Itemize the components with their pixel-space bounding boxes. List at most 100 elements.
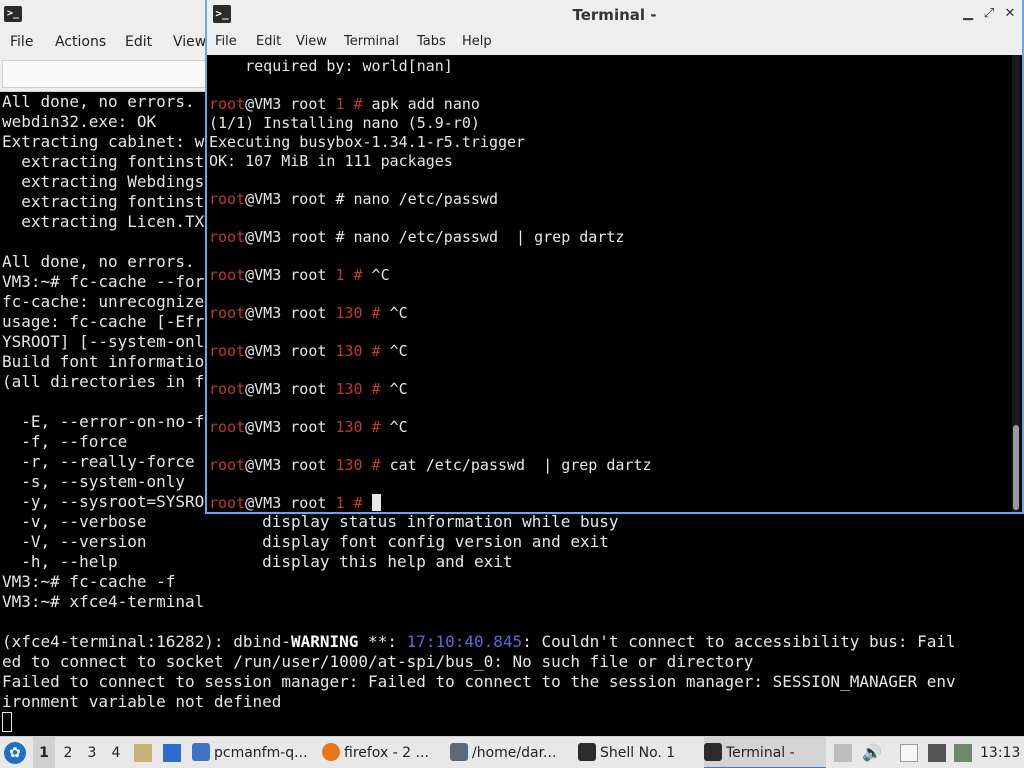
task-shell-no-1[interactable]: Shell No. 1: [578, 737, 698, 768]
prompt-host: @VM3 root: [245, 380, 336, 398]
trash-icon[interactable]: [834, 744, 852, 762]
terminal-line: required by: world[nan]: [209, 57, 453, 75]
clock: 13:13: [980, 745, 1021, 761]
prompt-user: root: [209, 190, 246, 208]
prompt-user: root: [209, 342, 246, 360]
prompt-hash: #: [371, 456, 381, 474]
menu-tabs[interactable]: Tabs: [417, 34, 446, 49]
workspace-2[interactable]: 2: [57, 737, 79, 768]
command-text: ^C: [380, 304, 408, 322]
terminal-icon: [578, 743, 596, 761]
editor-icon: [450, 743, 468, 761]
prompt-line: root@VM3 root 130 # cat /etc/passwd | gr…: [209, 456, 652, 475]
clipboard-icon[interactable]: [900, 744, 918, 762]
volume-icon[interactable]: 🔊: [862, 744, 882, 762]
prompt-line: root@VM3 root 130 # ^C: [209, 418, 652, 437]
prompt-host: @VM3 root: [245, 456, 336, 474]
menu-view[interactable]: View: [173, 34, 206, 50]
close-icon[interactable]: ✕: [1001, 4, 1019, 24]
command-text: nano /etc/passwd | grep dartz: [344, 228, 625, 246]
warning-line: (xfce4-terminal:16282): dbind-WARNING **…: [2, 632, 1022, 652]
exit-code: 130: [335, 380, 363, 398]
terminal-cursor: [2, 712, 12, 732]
workspace-4[interactable]: 4: [105, 737, 127, 768]
exit-code: 130: [335, 418, 363, 436]
menu-actions[interactable]: Actions: [55, 34, 106, 50]
terminal-line: -v, --verbose display status information…: [2, 512, 619, 531]
desktop-launcher-icon[interactable]: [163, 744, 181, 762]
prompt-user: root: [209, 494, 246, 512]
terminal-line: (1/1) Installing nano (5.9-r0): [209, 114, 480, 132]
task-home-dar[interactable]: /home/dar...: [450, 737, 570, 768]
prompt-line: root@VM3 root 1 #: [209, 494, 652, 512]
menu-view[interactable]: View: [296, 34, 327, 49]
warning-mid: **:: [358, 632, 407, 651]
terminal-line: -h, --help display this help and exit: [2, 552, 513, 571]
terminal-menubar: File Edit View Terminal Tabs Help: [207, 30, 1022, 55]
prompt-user: root: [209, 95, 246, 113]
menu-help[interactable]: Help: [462, 34, 492, 49]
menu-terminal[interactable]: Terminal: [344, 34, 399, 49]
warning-prefix: (xfce4-terminal:16282): dbind-: [2, 632, 291, 651]
prompt-hash: #: [353, 494, 363, 512]
window-title: Terminal -: [572, 6, 657, 24]
prompt-host: @VM3 root: [245, 342, 336, 360]
maximize-icon[interactable]: ⤢: [980, 4, 998, 24]
menu-edit[interactable]: Edit: [125, 34, 152, 50]
update-icon[interactable]: [954, 744, 972, 762]
file-manager-launcher-icon[interactable]: [134, 744, 152, 762]
prompt-host: @VM3 root: [245, 228, 336, 246]
prompt-host: @VM3 root: [245, 304, 336, 322]
terminal-output: required by: world[nan] root@VM3 root 1 …: [209, 57, 652, 512]
command-text: apk add nano: [362, 95, 480, 113]
prompt-line: root@VM3 root # nano /etc/passwd | grep …: [209, 228, 652, 247]
prompt-hash: #: [353, 95, 363, 113]
task-pcmanfm[interactable]: pcmanfm-q...: [192, 737, 316, 768]
command-text: ^C: [362, 266, 390, 284]
task-terminal[interactable]: Terminal -: [704, 737, 826, 768]
menu-file[interactable]: File: [10, 34, 33, 50]
prompt-user: root: [209, 456, 246, 474]
workspace-3[interactable]: 3: [81, 737, 103, 768]
terminal-output-area[interactable]: required by: world[nan] root@VM3 root 1 …: [207, 55, 1022, 512]
minimize-icon[interactable]: ▁: [959, 4, 977, 24]
terminal-scrollbar[interactable]: [1012, 55, 1020, 512]
terminal-line: OK: 107 MiB in 111 packages: [209, 152, 453, 170]
terminal-icon: [704, 743, 722, 761]
prompt-hash: #: [371, 342, 381, 360]
folder-icon: [192, 743, 210, 761]
start-menu-icon[interactable]: ✿: [4, 742, 26, 764]
command-text: [363, 494, 372, 512]
menu-file[interactable]: File: [215, 34, 237, 49]
window-titlebar[interactable]: >_ Terminal - ▁ ⤢ ✕: [207, 0, 1022, 30]
menu-edit[interactable]: Edit: [256, 34, 281, 49]
prompt-line: root@VM3 root 130 # ^C: [209, 304, 652, 323]
network-icon[interactable]: [928, 744, 946, 762]
prompt-host: @VM3 root: [245, 418, 336, 436]
prompt-user: root: [209, 304, 246, 322]
terminal-window[interactable]: >_ Terminal - ▁ ⤢ ✕ File Edit View Termi…: [205, 0, 1024, 514]
workspace-1[interactable]: 1: [33, 737, 55, 768]
prompt-hash: #: [371, 304, 381, 322]
terminal-line: ed to connect to socket /run/user/1000/a…: [2, 652, 754, 671]
task-firefox[interactable]: firefox - 2 ...: [322, 737, 444, 768]
warning-time: 17:10:40.845: [406, 632, 523, 651]
scrollbar-thumb[interactable]: [1013, 425, 1019, 510]
prompt-user: root: [209, 418, 246, 436]
